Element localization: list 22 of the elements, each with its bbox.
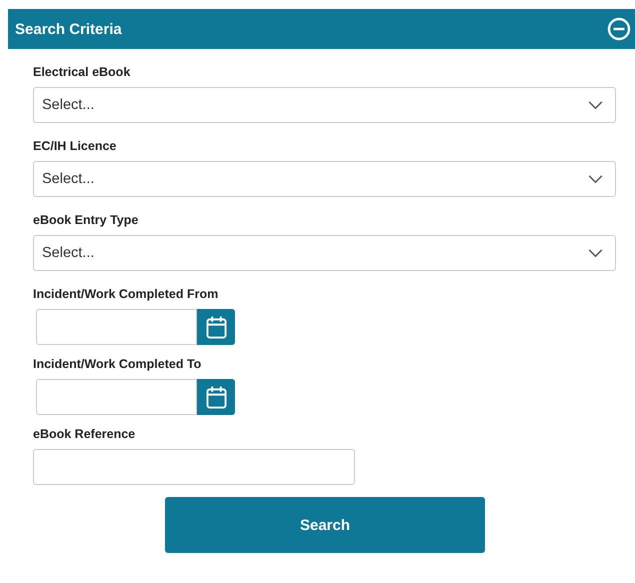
field-label: Electrical eBook [33, 64, 132, 81]
panel-title: Search Criteria [15, 20, 122, 38]
chevron-down-icon [588, 174, 603, 184]
date-input[interactable] [36, 379, 197, 415]
field-label: Incident/Work Completed From [33, 286, 220, 303]
select-field[interactable]: Select... [33, 235, 616, 271]
field-label: eBook Entry Type [33, 212, 140, 229]
chevron-down-icon [588, 248, 603, 258]
calendar-button[interactable] [197, 379, 235, 415]
calendar-button[interactable] [197, 309, 235, 345]
field-label: Incident/Work Completed To [33, 356, 202, 373]
select-field[interactable]: Select... [33, 87, 616, 123]
date-input[interactable] [36, 309, 197, 345]
select-field[interactable]: Select... [33, 161, 616, 197]
input-field[interactable] [33, 449, 355, 485]
chevron-down-icon [588, 100, 603, 110]
collapse-icon[interactable] [607, 17, 631, 41]
search-button[interactable]: Search [165, 497, 485, 553]
calendar-icon [206, 316, 226, 338]
field-label: EC/IH Licence [33, 138, 118, 155]
calendar-icon [206, 386, 226, 408]
field-label: eBook Reference [33, 426, 136, 443]
